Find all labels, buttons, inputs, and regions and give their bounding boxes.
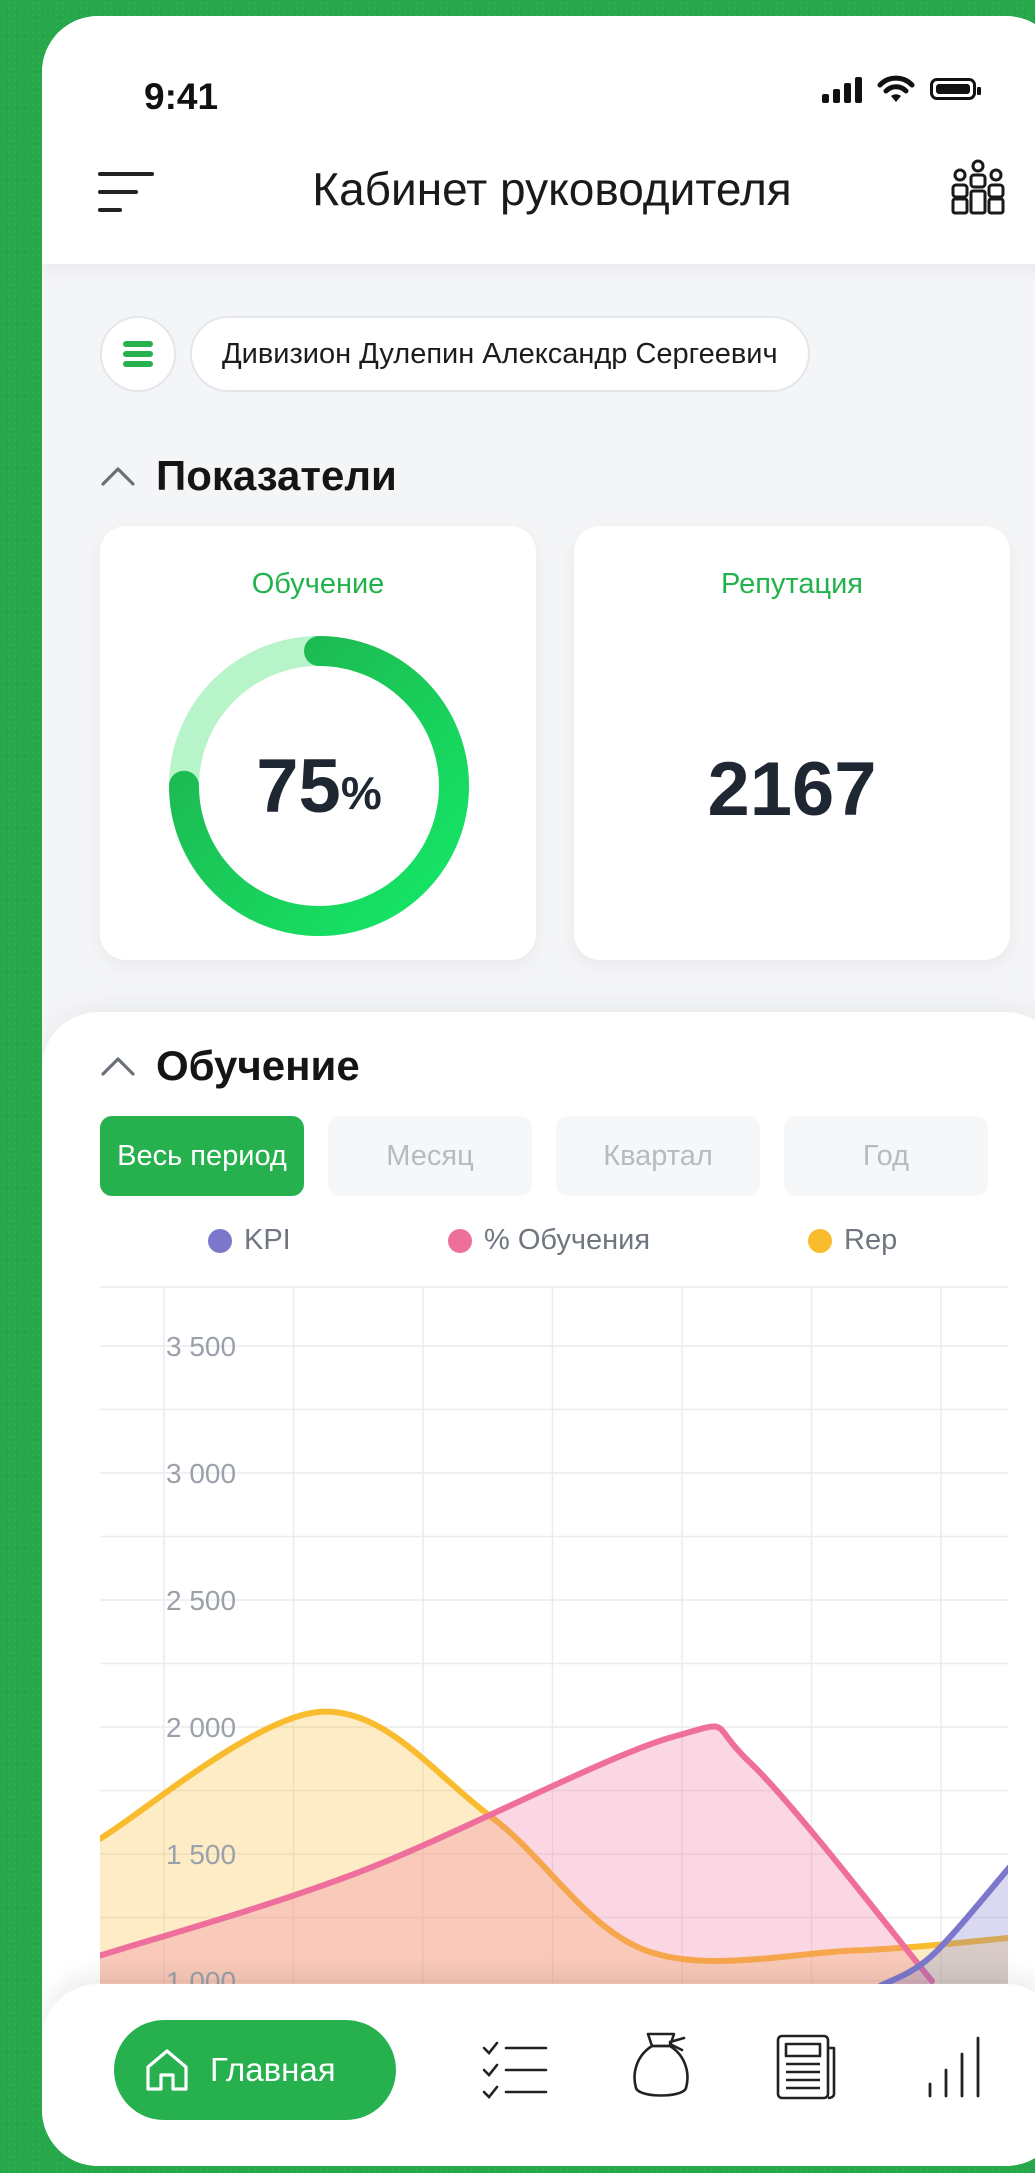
legend-learning[interactable]: % Обучения (448, 1224, 650, 1257)
y-tick-label: 1 500 (166, 1839, 236, 1870)
home-icon (146, 2049, 188, 2091)
money-bag-icon[interactable] (630, 2030, 692, 2102)
y-tick-label: 3 500 (166, 1331, 236, 1362)
tab-quarter[interactable]: Квартал (556, 1116, 760, 1196)
page-title: Кабинет руководителя (312, 163, 792, 215)
chevron-up-icon (101, 467, 135, 486)
reputation-value: 2167 (707, 747, 877, 832)
y-tick-label: 3 000 (166, 1458, 236, 1489)
battery-icon (930, 78, 981, 100)
tab-year[interactable]: Год (784, 1116, 988, 1196)
y-tick-label: 2 500 (166, 1585, 236, 1616)
legend-rep[interactable]: Rep (808, 1224, 897, 1257)
filter-row: Дивизион Дулепин Александр Сергеевич (100, 316, 810, 392)
learning-card[interactable]: Обучение 75% (100, 526, 536, 960)
stats-icon[interactable] (922, 2030, 982, 2102)
legend-dot-learning (448, 1228, 472, 1253)
legend-dot-kpi (208, 1228, 232, 1253)
period-tabs: Весь период Месяц Квартал Год (100, 1116, 988, 1196)
nav-home-button[interactable]: Главная (114, 2020, 396, 2120)
checklist-icon[interactable] (480, 2038, 550, 2104)
y-tick-label: 2 000 (166, 1712, 236, 1743)
newspaper-icon[interactable] (772, 2032, 838, 2102)
list-icon (123, 341, 153, 367)
chevron-up-icon (101, 1057, 135, 1076)
division-chip[interactable]: Дивизион Дулепин Александр Сергеевич (190, 316, 810, 392)
legend-label-kpi: KPI (244, 1224, 291, 1256)
learning-unit: % (340, 767, 382, 819)
status-icons (822, 74, 981, 104)
wifi-icon (877, 75, 915, 102)
filter-button[interactable] (100, 316, 176, 392)
status-time: 9:41 (144, 76, 219, 117)
phone-screen: 9:41 Кабинет руководителя Дивизион Дулеп… (42, 16, 1035, 2166)
learning-donut: 75% (166, 633, 472, 939)
indicators-title: Показатели (156, 452, 397, 499)
learning-section-title: Обучение (156, 1042, 360, 1089)
tab-all-period[interactable]: Весь период (100, 1116, 304, 1196)
top-bar (42, 16, 1035, 264)
legend-label-learning: % Обучения (484, 1224, 651, 1256)
legend-dot-rep (808, 1228, 832, 1253)
legend-label-rep: Rep (844, 1224, 898, 1256)
learning-chart: 3 5003 0002 5002 0001 5001 000 (100, 1286, 1008, 2006)
indicators-section-header[interactable]: Показатели (100, 452, 397, 500)
reputation-label: Репутация (721, 568, 863, 600)
team-icon[interactable] (949, 158, 1007, 216)
learning-value-wrap: 75% (166, 633, 472, 939)
legend-kpi[interactable]: KPI (208, 1224, 291, 1257)
nav-home-label: Главная (210, 2051, 336, 2088)
learning-label: Обучение (251, 568, 385, 600)
reputation-card[interactable]: Репутация 2167 (574, 526, 1010, 960)
learning-value: 75 (256, 743, 341, 829)
tab-month[interactable]: Месяц (328, 1116, 532, 1196)
signal-icon (822, 75, 862, 103)
learning-section-header[interactable]: Обучение (100, 1042, 360, 1090)
